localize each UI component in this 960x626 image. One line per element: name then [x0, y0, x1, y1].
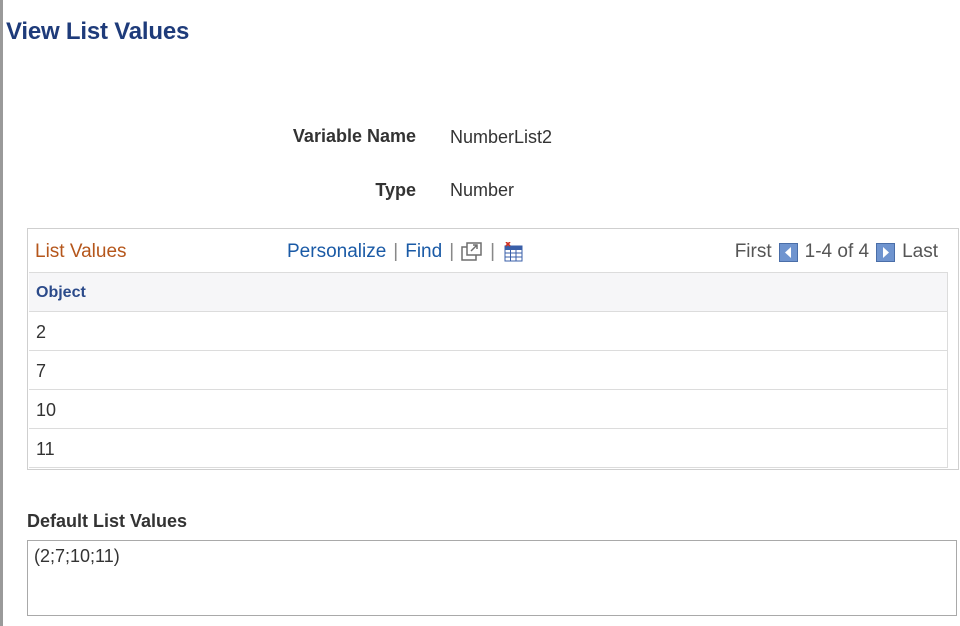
variable-name-label: Variable Name: [292, 126, 416, 146]
column-header-label: Object: [36, 284, 86, 301]
type-value: Number: [450, 180, 515, 200]
find-link[interactable]: Find: [405, 241, 442, 263]
last-label: Last: [902, 241, 938, 262]
grid-title: List Values: [35, 241, 127, 262]
toolbar-separator: |: [490, 241, 496, 262]
arrow-right-icon[interactable]: [876, 242, 896, 262]
new-window-icon[interactable]: [461, 242, 483, 262]
toolbar-separator: |: [449, 241, 455, 262]
variable-name-value: NumberList2: [450, 127, 553, 147]
first-label: First: [734, 241, 772, 262]
table-cell: 7: [36, 361, 47, 381]
default-list-values-label: Default List Values: [27, 511, 188, 531]
table-cell: 2: [36, 322, 47, 342]
pagination-range: 1-4 of 4: [804, 241, 870, 262]
grid-header: List Values Personalize | Find | | First…: [28, 229, 958, 271]
spreadsheet-download-icon[interactable]: [502, 241, 524, 262]
grid-pagination: First 1-4 of 4 Last: [735, 241, 938, 263]
table-row: 7: [29, 351, 948, 390]
page-title: View List Values: [6, 18, 190, 45]
column-header-object[interactable]: Object: [29, 272, 948, 312]
default-list-values-field[interactable]: (2;7;10;11): [27, 540, 957, 616]
arrow-left-icon[interactable]: [778, 242, 798, 262]
toolbar-separator: |: [393, 241, 399, 262]
page-left-border: [0, 0, 3, 626]
table-cell: 10: [36, 400, 57, 420]
personalize-link[interactable]: Personalize: [287, 241, 386, 263]
page: View List Values Variable Name NumberLis…: [0, 0, 960, 626]
grid-toolbar: Personalize | Find | |: [287, 241, 524, 263]
table-cell: 11: [36, 439, 55, 459]
type-label: Type: [375, 180, 416, 200]
default-list-values-text: (2;7;10;11): [34, 546, 120, 566]
grid-rows: 2 7 10 11: [29, 312, 948, 468]
table-row: 11: [29, 429, 948, 468]
table-row: 2: [29, 312, 948, 351]
table-row: 10: [29, 390, 948, 429]
list-values-grid: List Values Personalize | Find | | First…: [27, 228, 959, 470]
